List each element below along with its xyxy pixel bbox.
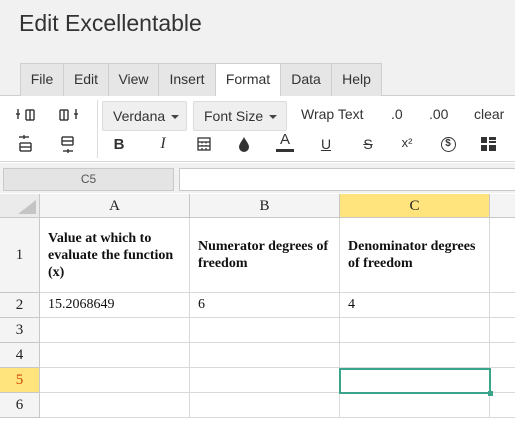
column-header-b[interactable]: B: [190, 194, 340, 218]
menu-bar: File Edit View Insert Format Data Help: [0, 58, 515, 97]
tab-data[interactable]: Data: [280, 63, 332, 96]
borders-icon[interactable]: [189, 131, 219, 157]
cell-b4[interactable]: [190, 343, 340, 368]
cell-d5[interactable]: [490, 368, 515, 393]
cell-d2[interactable]: [490, 293, 515, 318]
currency-button[interactable]: $: [433, 131, 463, 157]
select-all-corner[interactable]: [0, 194, 40, 218]
cell-b2[interactable]: 6: [190, 293, 340, 318]
cell-a3[interactable]: [40, 318, 190, 343]
row-header-1[interactable]: 1: [0, 218, 40, 293]
cell-c1[interactable]: Denominator degrees of freedom: [340, 218, 490, 293]
font-size-value: Font Size: [204, 108, 264, 124]
row-header-3[interactable]: 3: [0, 318, 40, 343]
cell-c3[interactable]: [340, 318, 490, 343]
tab-help[interactable]: Help: [331, 63, 382, 96]
tab-view[interactable]: View: [108, 63, 159, 96]
cell-c6[interactable]: [340, 393, 490, 418]
cell-d3[interactable]: [490, 318, 515, 343]
cell-c2[interactable]: 4: [340, 293, 490, 318]
fill-color-drop-icon[interactable]: [229, 131, 259, 157]
insert-column-left-icon[interactable]: [11, 101, 41, 127]
font-family-dropdown[interactable]: Verdana: [102, 101, 187, 131]
increase-decimal-button[interactable]: .00: [429, 106, 448, 122]
cell-b3[interactable]: [190, 318, 340, 343]
title-bar: Edit Excellentable: [0, 0, 515, 58]
insert-column-right-icon[interactable]: [53, 101, 83, 127]
cell-b1-text: Numerator degrees of freedom: [198, 239, 329, 271]
superscript-button[interactable]: x²: [392, 129, 422, 155]
format-toolbar: Verdana Font Size Wrap Text .0 .00 clear…: [0, 96, 515, 162]
corner-triangle-icon: [18, 200, 36, 214]
cell-b6[interactable]: [190, 393, 340, 418]
tab-format[interactable]: Format: [215, 63, 281, 97]
app-title: Edit Excellentable: [19, 10, 202, 36]
cell-a4[interactable]: [40, 343, 190, 368]
spreadsheet-grid: A B C 1 2 3 4 5 6 Value at which to eval…: [0, 194, 515, 421]
column-header-c[interactable]: C: [340, 194, 490, 218]
chevron-down-icon: [269, 115, 278, 120]
cell-b1[interactable]: Numerator degrees of freedom: [190, 218, 340, 293]
decrease-decimal-button[interactable]: .0: [391, 106, 403, 122]
cell-c4[interactable]: [340, 343, 490, 368]
italic-button[interactable]: I: [148, 131, 178, 157]
column-header-d[interactable]: [490, 194, 515, 218]
fill-handle[interactable]: [488, 391, 493, 396]
row-header-4[interactable]: 4: [0, 343, 40, 368]
currency-icon: $: [440, 136, 456, 152]
cell-d4[interactable]: [490, 343, 515, 368]
merge-cells-icon[interactable]: [473, 131, 503, 157]
cell-a1-text: Value at which to evaluate the function …: [48, 230, 174, 280]
row-header-2[interactable]: 2: [0, 293, 40, 318]
tab-file[interactable]: File: [20, 63, 64, 96]
font-size-dropdown[interactable]: Font Size: [193, 101, 287, 131]
insert-row-below-icon[interactable]: [53, 131, 83, 157]
tab-insert[interactable]: Insert: [158, 63, 216, 96]
cell-a6[interactable]: [40, 393, 190, 418]
cell-d1[interactable]: [490, 218, 515, 293]
cell-a5[interactable]: [40, 368, 190, 393]
row-header-6[interactable]: 6: [0, 393, 40, 418]
tab-edit[interactable]: Edit: [63, 63, 109, 96]
clear-format-button[interactable]: clear: [474, 106, 504, 122]
underline-button[interactable]: U: [311, 131, 341, 157]
wrap-text-button[interactable]: Wrap Text: [301, 106, 364, 122]
cell-reference-box[interactable]: C5: [3, 168, 174, 191]
formula-input[interactable]: [179, 168, 515, 191]
font-family-value: Verdana: [113, 108, 166, 124]
strikethrough-button[interactable]: S: [353, 131, 383, 157]
formula-bar: C5: [0, 163, 515, 193]
cell-b5[interactable]: [190, 368, 340, 393]
font-color-swatch: [276, 149, 294, 152]
bold-button[interactable]: B: [104, 131, 134, 157]
font-color-glyph: A: [279, 131, 290, 148]
chevron-down-icon: [171, 115, 180, 120]
insert-row-above-icon[interactable]: [11, 131, 41, 157]
cell-c1-text: Denominator degrees of freedom: [348, 239, 476, 271]
row-header-5[interactable]: 5: [0, 368, 40, 393]
cell-a2[interactable]: 15.2068649: [40, 293, 190, 318]
cell-a1[interactable]: Value at which to evaluate the function …: [40, 218, 190, 293]
column-header-a[interactable]: A: [40, 194, 190, 218]
toolbar-separator: [97, 100, 98, 158]
font-color-button[interactable]: A: [270, 129, 300, 155]
cell-d6[interactable]: [490, 393, 515, 418]
active-cell-selection[interactable]: [339, 368, 491, 394]
